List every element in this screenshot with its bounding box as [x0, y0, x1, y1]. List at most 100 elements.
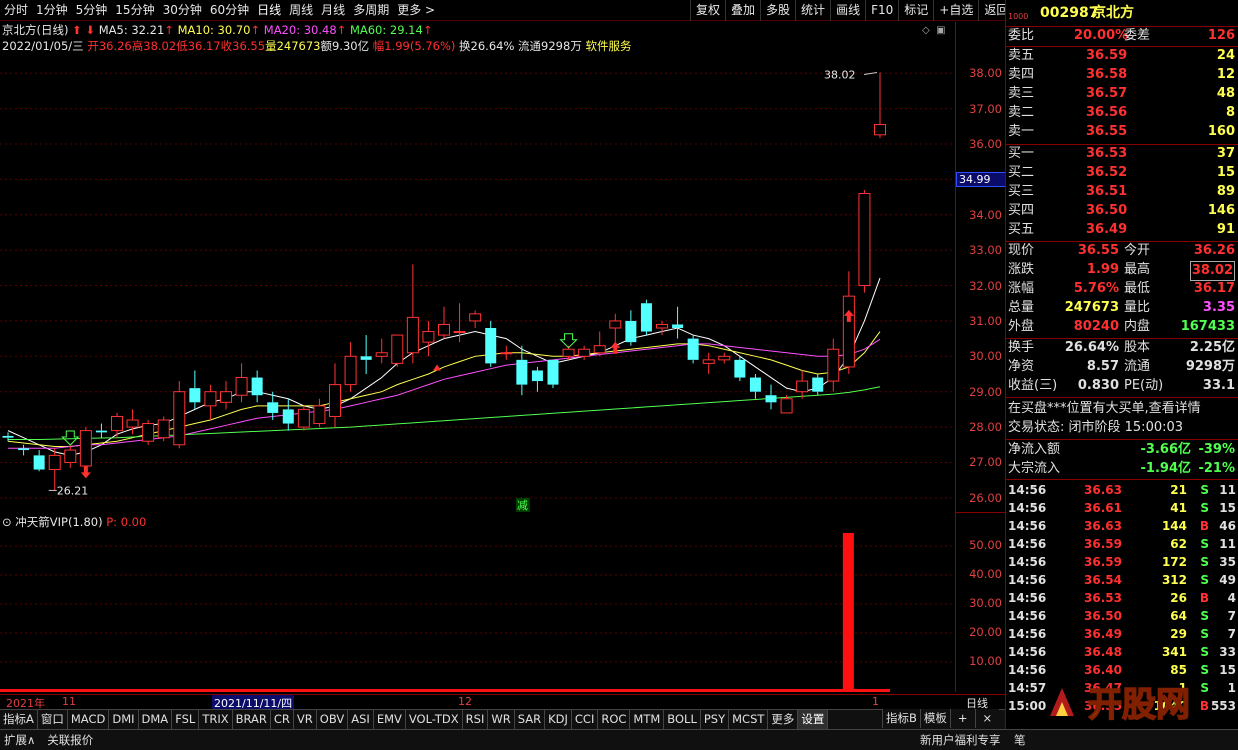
- indicator-tab-10[interactable]: OBV: [317, 710, 349, 729]
- candle[interactable]: [827, 338, 840, 392]
- candle[interactable]: [33, 450, 45, 472]
- candle[interactable]: [18, 444, 30, 456]
- tool-button-4[interactable]: 画线: [830, 0, 865, 21]
- tool-button-3[interactable]: 统计: [795, 0, 830, 21]
- candle[interactable]: [422, 320, 435, 357]
- candle[interactable]: [578, 345, 591, 360]
- period-tab-3[interactable]: 15分钟: [111, 0, 158, 21]
- expand-icon[interactable]: ⬇: [85, 23, 95, 37]
- candle[interactable]: [858, 190, 871, 293]
- kline-chart[interactable]: 38.02 26.21 减: [0, 52, 955, 512]
- indicator-tab-16[interactable]: SAR: [515, 710, 546, 729]
- tool-button-0[interactable]: 复权: [690, 0, 725, 21]
- candle[interactable]: [282, 398, 294, 431]
- candle[interactable]: [142, 420, 155, 445]
- buys-row[interactable]: 买五 36.49 91: [1006, 221, 1238, 239]
- candle[interactable]: [874, 72, 886, 138]
- candle[interactable]: [235, 363, 248, 403]
- tool-button-6[interactable]: 标记: [898, 0, 933, 21]
- candle[interactable]: [251, 370, 263, 403]
- indicator-b-tab[interactable]: 指标B: [882, 709, 920, 728]
- indicator-tab-17[interactable]: KDJ: [545, 710, 572, 729]
- indicator-tab-1[interactable]: 窗口: [38, 710, 68, 729]
- indicator-tab-11[interactable]: ASI: [348, 710, 374, 729]
- period-tab-8[interactable]: 月线: [317, 0, 349, 21]
- tool-button-7[interactable]: +自选: [933, 0, 978, 21]
- indicator-tab-23[interactable]: MCST: [729, 710, 769, 729]
- indicator-tab-13[interactable]: VOL-TDX: [406, 710, 463, 729]
- indicator-tab-0[interactable]: 指标A: [0, 710, 38, 729]
- window-icon[interactable]: ▣: [936, 25, 945, 36]
- indicator-tab-22[interactable]: PSY: [701, 710, 730, 729]
- candle[interactable]: [64, 444, 77, 468]
- period-tab-7[interactable]: 周线: [285, 0, 317, 21]
- indicator-tab-12[interactable]: EMV: [374, 710, 406, 729]
- close-window-button[interactable]: ×: [974, 709, 1000, 728]
- buys-row[interactable]: 买三 36.51 89: [1006, 183, 1238, 201]
- period-tab-9[interactable]: 多周期: [349, 0, 393, 21]
- candle[interactable]: [734, 356, 746, 382]
- indicator-tab-9[interactable]: VR: [294, 710, 317, 729]
- candle[interactable]: [796, 370, 809, 399]
- sells-row[interactable]: 卖二 36.56 8: [1006, 104, 1238, 122]
- candle[interactable]: [640, 299, 652, 336]
- sells-row[interactable]: 卖三 36.57 48: [1006, 85, 1238, 103]
- indicator-tab-14[interactable]: RSI: [463, 710, 489, 729]
- sells-row[interactable]: 卖四 36.58 12: [1006, 66, 1238, 84]
- candle[interactable]: [438, 306, 450, 339]
- candle[interactable]: [469, 310, 482, 328]
- candle[interactable]: [157, 416, 170, 442]
- indicator-tab-24[interactable]: 更多: [768, 710, 799, 729]
- candle[interactable]: [702, 352, 715, 374]
- indicator-chart[interactable]: [0, 513, 955, 693]
- candle[interactable]: [189, 370, 201, 410]
- sells-row[interactable]: 卖五 36.59 24: [1006, 47, 1238, 65]
- related-quote-button[interactable]: 关联报价: [43, 730, 97, 750]
- candle[interactable]: [749, 374, 761, 399]
- indicator-tab-3[interactable]: DMI: [109, 710, 139, 729]
- candle[interactable]: [173, 381, 186, 449]
- candle[interactable]: [79, 427, 92, 474]
- candle[interactable]: [656, 320, 668, 336]
- indicator-tab-19[interactable]: ROC: [598, 710, 631, 729]
- candle[interactable]: [842, 271, 855, 374]
- buys-row[interactable]: 买二 36.52 15: [1006, 164, 1238, 182]
- candle[interactable]: [375, 338, 388, 364]
- buys-row[interactable]: 买一 36.53 37: [1006, 145, 1238, 163]
- candle[interactable]: [406, 264, 419, 364]
- indicator-tab-18[interactable]: CCI: [572, 710, 599, 729]
- sells-row[interactable]: 卖一 36.55 160: [1006, 123, 1238, 141]
- indicator-tab-21[interactable]: BOLL: [664, 710, 701, 729]
- indicator-tab-4[interactable]: DMA: [139, 710, 173, 729]
- candle[interactable]: [593, 331, 606, 357]
- candle[interactable]: [360, 335, 372, 374]
- candle[interactable]: [672, 306, 684, 339]
- candle[interactable]: [220, 381, 232, 410]
- candle[interactable]: [625, 310, 637, 346]
- candle[interactable]: [329, 363, 341, 428]
- candle[interactable]: [297, 405, 310, 431]
- period-tab-2[interactable]: 5分钟: [72, 0, 112, 21]
- candle[interactable]: [500, 345, 513, 360]
- promo-link[interactable]: 新用户福利专享: [916, 730, 1005, 750]
- candle[interactable]: [111, 412, 123, 438]
- expand-button[interactable]: 扩展∧: [0, 730, 39, 750]
- collapse-icon[interactable]: ⬆: [72, 23, 82, 37]
- indicator-tab-15[interactable]: WR: [488, 710, 515, 729]
- tool-button-5[interactable]: F10: [865, 0, 898, 21]
- diamond-icon[interactable]: ◇: [922, 25, 930, 36]
- indicator-tab-20[interactable]: MTM: [630, 710, 665, 729]
- period-tab-4[interactable]: 30分钟: [159, 0, 206, 21]
- buys-row[interactable]: 买四 36.50 146: [1006, 202, 1238, 220]
- candle[interactable]: [313, 398, 326, 428]
- period-tab-0[interactable]: 分时: [0, 0, 32, 21]
- candle[interactable]: [485, 320, 497, 367]
- candle[interactable]: [391, 334, 404, 367]
- template-tab[interactable]: 模板: [919, 709, 950, 728]
- period-tab-5[interactable]: 60分钟: [206, 0, 253, 21]
- tool-button-1[interactable]: 叠加: [725, 0, 760, 21]
- indicator-tab-25[interactable]: 设置: [798, 710, 829, 729]
- indicator-tab-7[interactable]: BRAR: [233, 710, 271, 729]
- add-window-button[interactable]: +: [949, 709, 975, 728]
- candle[interactable]: [344, 342, 357, 392]
